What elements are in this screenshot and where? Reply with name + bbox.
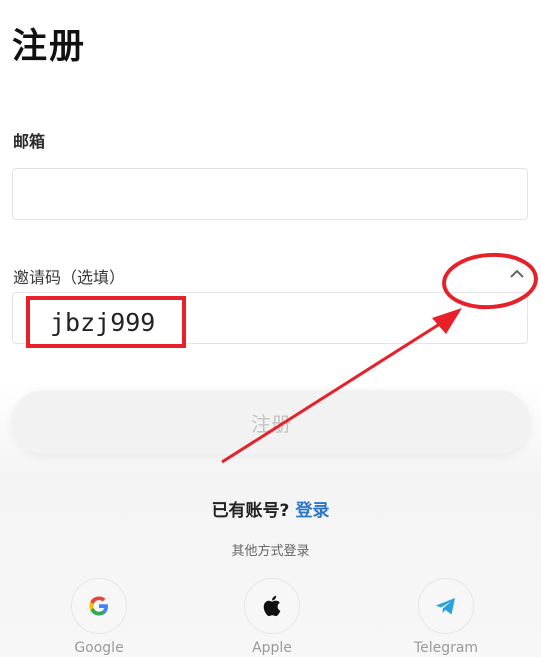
telegram-login-button[interactable] — [418, 578, 474, 634]
apple-login-button[interactable] — [244, 578, 300, 634]
chevron-up-icon[interactable] — [505, 262, 529, 286]
apple-label: Apple — [252, 640, 292, 656]
register-button[interactable]: 注册 — [12, 390, 530, 454]
other-login-methods-label: 其他方式登录 — [231, 544, 310, 559]
email-label: 邮箱 — [13, 132, 46, 151]
google-label: Google — [74, 640, 124, 656]
login-prompt: 已有账号? 登录 — [0, 496, 541, 521]
login-link[interactable]: 登录 — [295, 501, 329, 521]
google-icon — [89, 596, 108, 616]
telegram-label: Telegram — [413, 640, 479, 656]
telegram-icon — [436, 598, 455, 615]
invite-code-label: 邀请码（选填） — [13, 268, 126, 287]
invite-code-value[interactable]: jbzj999 — [26, 296, 186, 348]
page-title: 注册 — [12, 27, 87, 67]
apple-icon — [263, 595, 281, 617]
email-field[interactable] — [12, 168, 528, 220]
google-login-button[interactable] — [71, 578, 127, 634]
have-account-text: 已有账号? — [211, 501, 290, 521]
